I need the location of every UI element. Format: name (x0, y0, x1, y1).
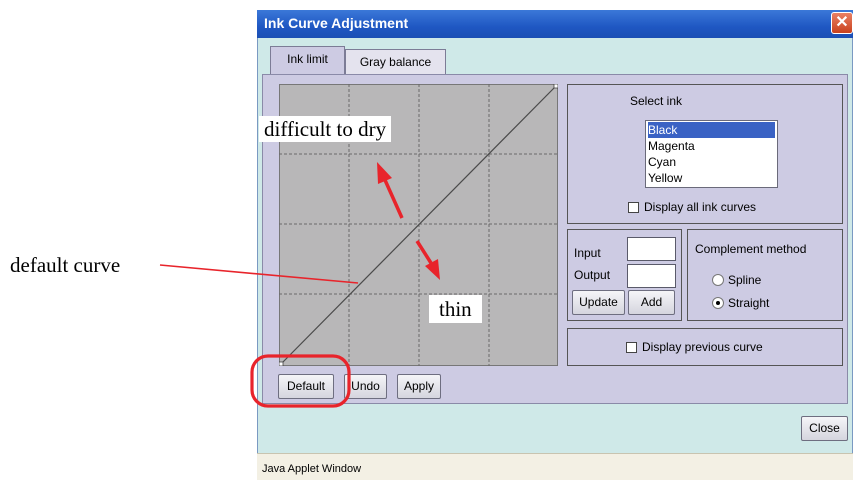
arrow-up-head (377, 162, 392, 184)
arrow-down-line (415, 240, 433, 264)
default-curve-annotation: default curve (10, 253, 121, 277)
arrow-up-line (383, 179, 404, 219)
arrow-down-head (425, 259, 440, 280)
difficult-to-dry-annotation: difficult to dry (259, 116, 392, 142)
thin-annotation: thin (429, 295, 482, 323)
annotation-overlay (159, 162, 440, 408)
default-curve-pointer-line (159, 264, 359, 284)
default-button-highlight (250, 354, 351, 408)
